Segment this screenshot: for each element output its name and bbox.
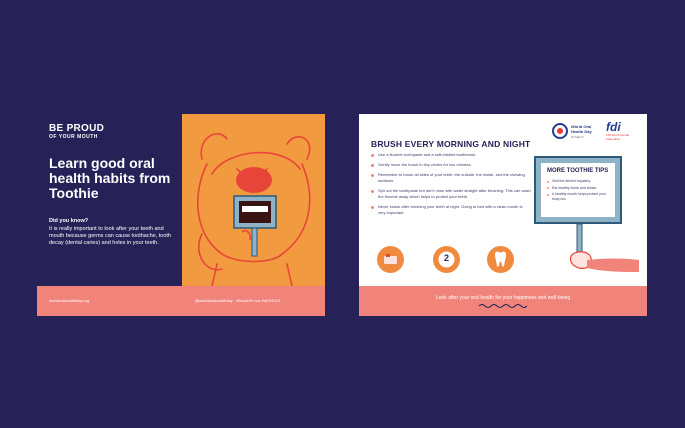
list-item: Never snack after brushing your teeth at… <box>371 204 531 216</box>
fdi-logo: fdi FDI World Dental Federation <box>606 121 644 143</box>
two-minutes-number: 2 <box>443 253 449 263</box>
wohd-logo-text: World Oral Health Day <box>571 124 592 134</box>
wohd-logo-date: 20 March <box>571 135 584 139</box>
world-oral-health-day-logo: World Oral Health Day 20 March <box>552 121 602 143</box>
did-you-know: Did you know? It is really important to … <box>49 218 179 247</box>
wave-decoration <box>479 304 527 308</box>
right-poster: World Oral Health Day 20 March fdi FDI W… <box>359 114 647 316</box>
right-footer-bar <box>359 286 647 316</box>
did-you-know-text: It is really important to look after you… <box>49 226 171 246</box>
brushing-tips-list: Use a fluoride toothpaste and a soft-bri… <box>371 152 531 220</box>
hand-holding-sign-icon <box>569 224 639 272</box>
sign-title: MORE TOOTHIE TIPS <box>547 168 609 174</box>
website-text: worldoralhealthday.org <box>49 298 90 303</box>
sign-tips-list: Visit the dentist regularly. Eat healthy… <box>547 179 613 203</box>
wohd-seal-icon <box>552 123 568 139</box>
brush-title: BRUSH EVERY MORNING AND NIGHT <box>371 139 531 149</box>
list-item: Use a fluoride toothpaste and a soft-bri… <box>371 152 531 158</box>
list-item: Eat healthy foods and drinks. <box>547 186 613 191</box>
toothpaste-icon <box>377 246 404 273</box>
two-minutes-icon: 2 <box>433 246 460 273</box>
list-item: Spit out the toothpaste but don't rinse … <box>371 188 531 200</box>
list-item: Remember to brush all sides of your teet… <box>371 172 531 184</box>
fdi-logo-text: fdi <box>606 120 621 134</box>
tooth-icon <box>487 246 514 273</box>
list-item: A healthy mouth helps protect your body … <box>547 192 613 201</box>
footer-slogan: Look after your oral health for your hap… <box>435 295 571 301</box>
social-text: @worldoralhealthday · #MouthProud #WOHD2… <box>195 298 281 303</box>
did-you-know-label: Did you know? <box>49 218 89 224</box>
fdi-logo-subtitle: FDI World Dental Federation <box>606 133 629 141</box>
be-proud-logo: BE PROUD OF YOUR MOUTH <box>49 124 104 140</box>
list-item: Visit the dentist regularly. <box>547 179 613 184</box>
list-item: Gently move the brush in tiny circles fo… <box>371 162 531 168</box>
brand-line2: OF YOUR MOUTH <box>49 134 98 140</box>
brand-line1: BE PROUD <box>49 123 105 134</box>
more-tips-sign: MORE TOOTHIE TIPS Visit the dentist regu… <box>534 156 622 224</box>
sign-board: MORE TOOTHIE TIPS Visit the dentist regu… <box>541 163 615 217</box>
left-poster: BE PROUD OF YOUR MOUTH Learn good oral h… <box>37 114 325 316</box>
headline: Learn good oral health habits from Tooth… <box>49 155 171 201</box>
toothie-bear-illustration <box>197 133 311 286</box>
